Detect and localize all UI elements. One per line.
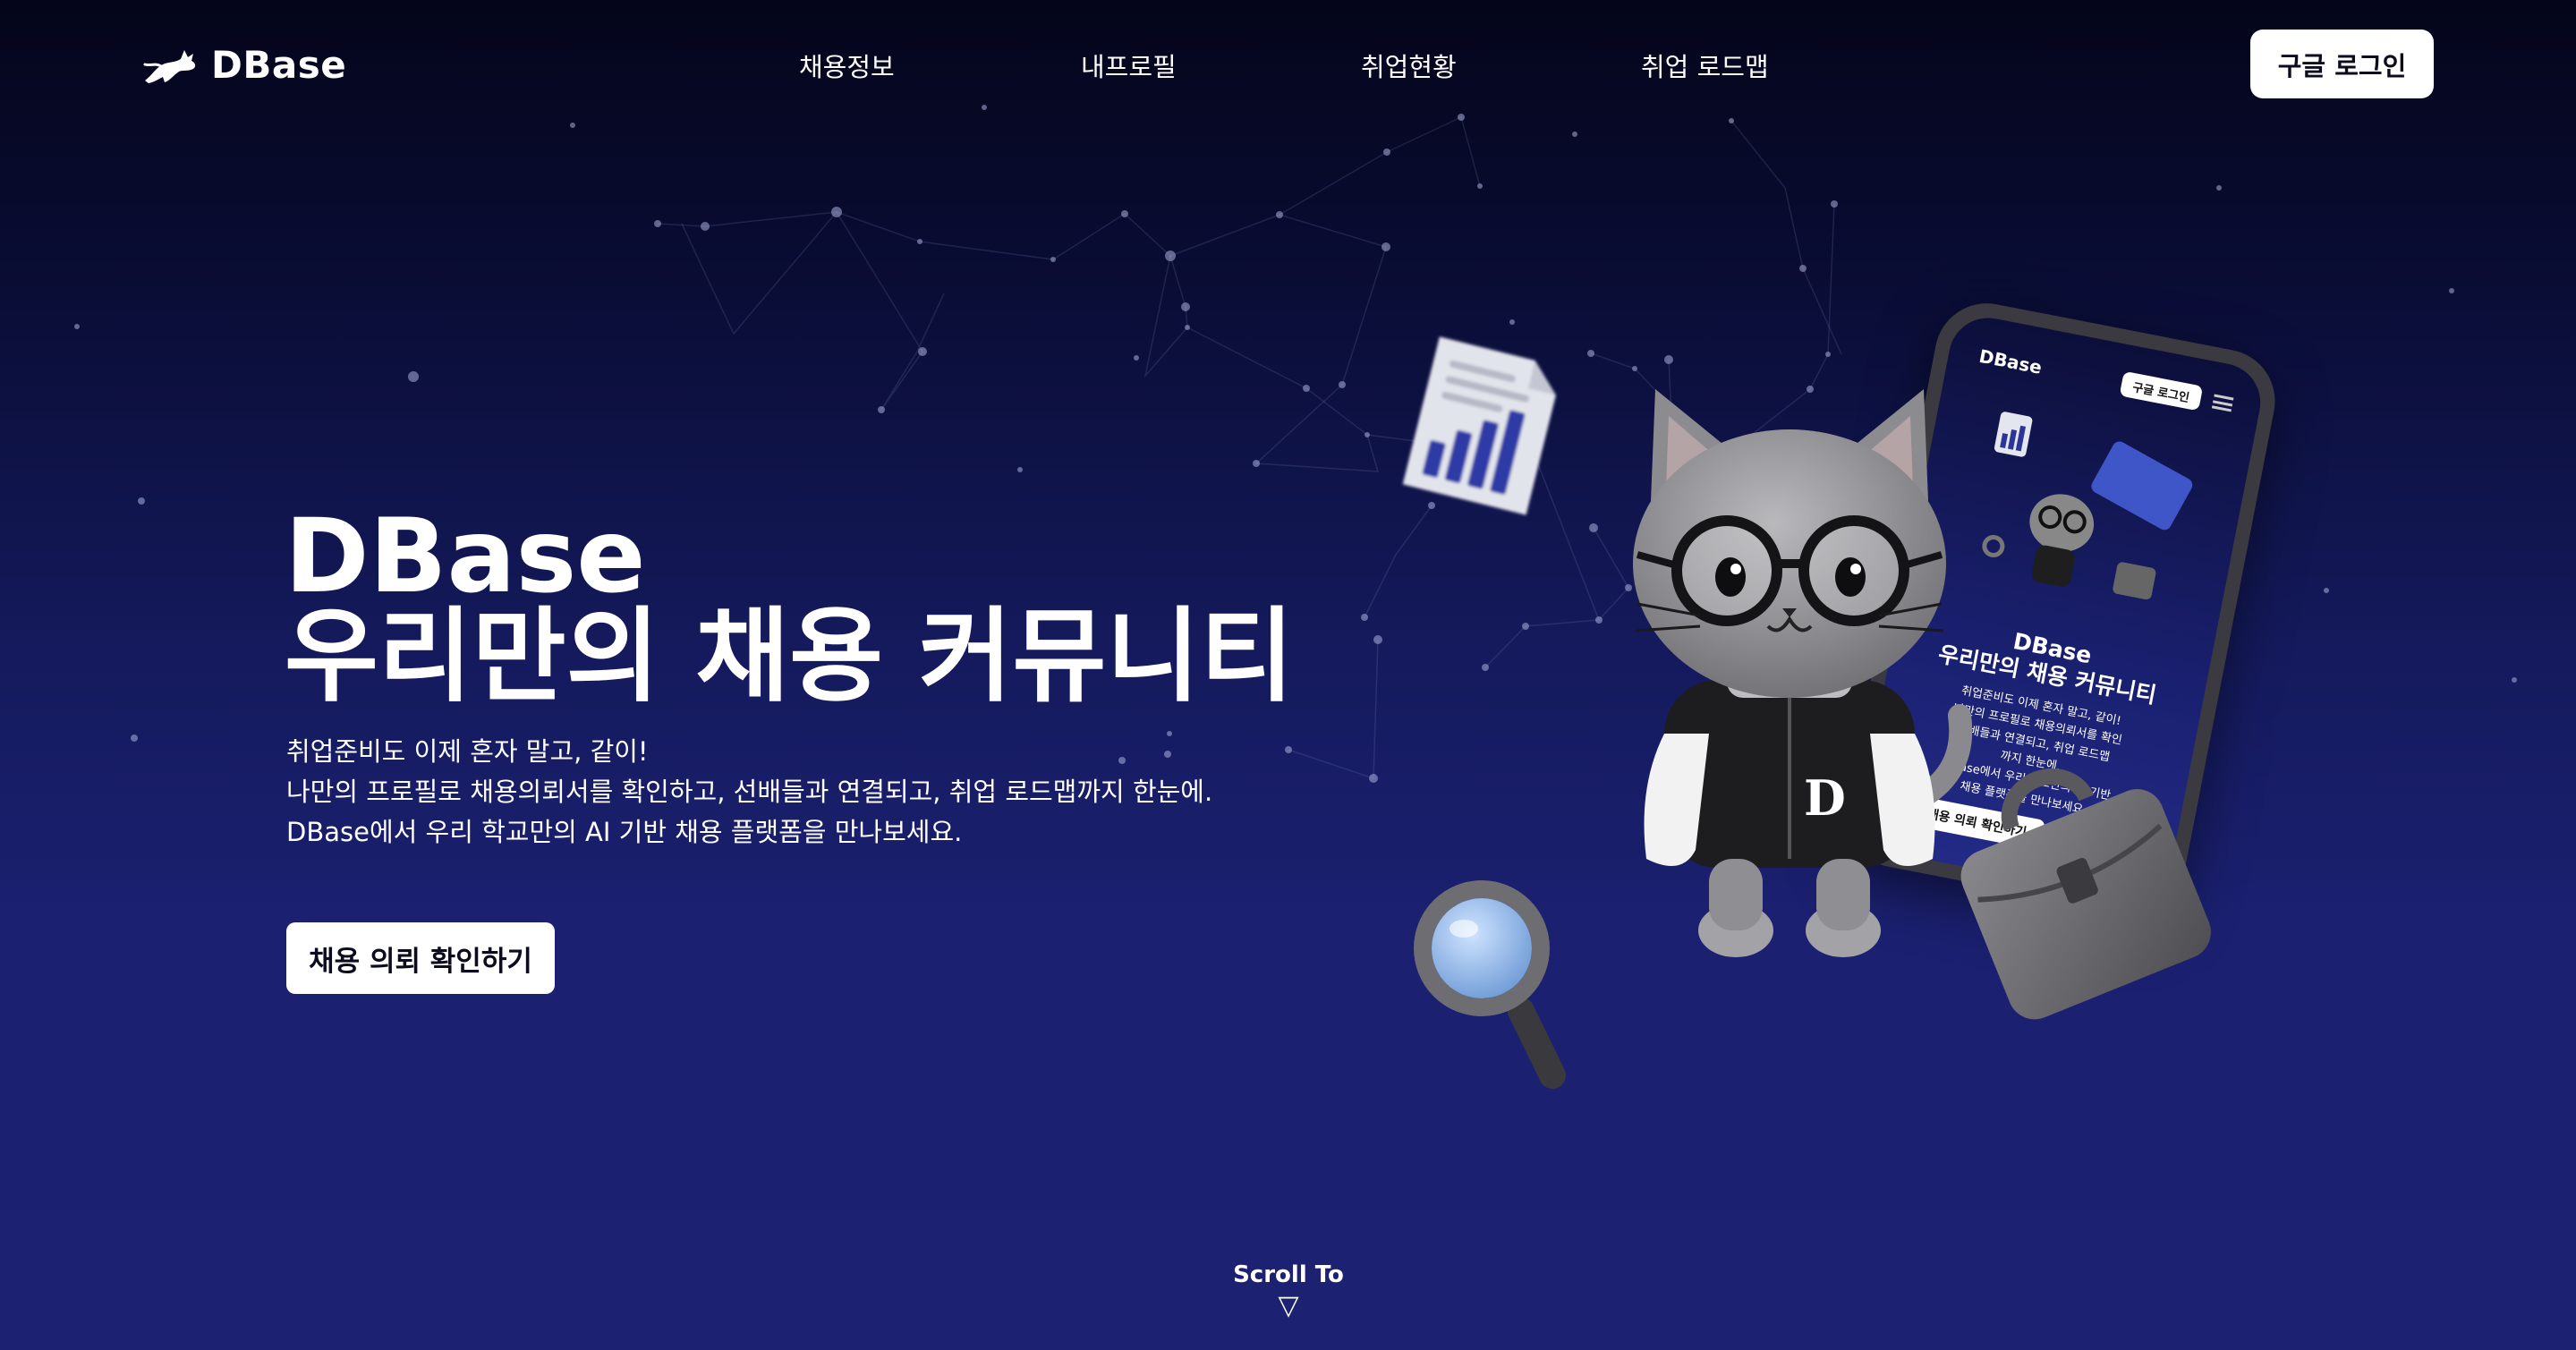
magnifying-glass-icon bbox=[1414, 880, 1566, 1089]
hero-title-brand: DBase bbox=[285, 497, 646, 616]
nav-item-roadmap[interactable]: 취업 로드맵 bbox=[1641, 47, 1769, 84]
leaping-cat-icon bbox=[143, 50, 196, 83]
illustration-objects bbox=[1402, 336, 2211, 1089]
view-job-requests-button[interactable]: 채용 의뢰 확인하기 bbox=[286, 922, 555, 994]
document-chart-icon bbox=[1402, 336, 1556, 515]
briefcase-icon bbox=[1960, 768, 2211, 1020]
hero-description-line: DBase에서 우리 학교만의 AI 기반 채용 플랫폼을 만나보세요. bbox=[286, 817, 963, 847]
brand-name: DBase bbox=[211, 42, 347, 87]
scroll-label: Scroll To bbox=[1233, 1261, 1344, 1288]
hero-description-line: 나만의 프로필로 채용의뢰서를 확인하고, 선배들과 연결되고, 취업 로드맵까… bbox=[286, 777, 1213, 807]
scroll-indicator[interactable]: Scroll To ▽ bbox=[1217, 1261, 1360, 1320]
cat-mascot bbox=[1633, 389, 1973, 957]
hero-illustration: DBase 구글 로그인 DBase 우리만의 채용 커뮤니티 취업준비도 이제… bbox=[1342, 233, 2284, 1127]
nav-item-profile[interactable]: 내프로필 bbox=[1081, 47, 1177, 84]
hero-description: 취업준비도 이제 혼자 말고, 같이! 나만의 프로필로 채용의뢰서를 확인하고… bbox=[286, 732, 1212, 853]
google-login-button[interactable]: 구글 로그인 bbox=[2250, 30, 2434, 98]
scroll-down-arrow-icon: ▽ bbox=[1278, 1290, 1299, 1321]
brand-logo[interactable]: DBase bbox=[143, 41, 346, 88]
nav-item-jobs[interactable]: 채용정보 bbox=[799, 47, 895, 84]
hero-description-line: 취업준비도 이제 혼자 말고, 같이! bbox=[286, 736, 649, 767]
jersey-letter: D bbox=[1804, 769, 1846, 827]
landing-page: DBase 채용정보 내프로필 취업현황 취업 로드맵 구글 로그인 DBase… bbox=[0, 0, 2576, 1350]
hero-title: DBase 우리만의 채용 커뮤니티 bbox=[285, 497, 1295, 716]
hero-title-tagline: 우리만의 채용 커뮤니티 bbox=[285, 597, 1295, 716]
nav-item-employment-status[interactable]: 취업현황 bbox=[1361, 47, 1457, 84]
